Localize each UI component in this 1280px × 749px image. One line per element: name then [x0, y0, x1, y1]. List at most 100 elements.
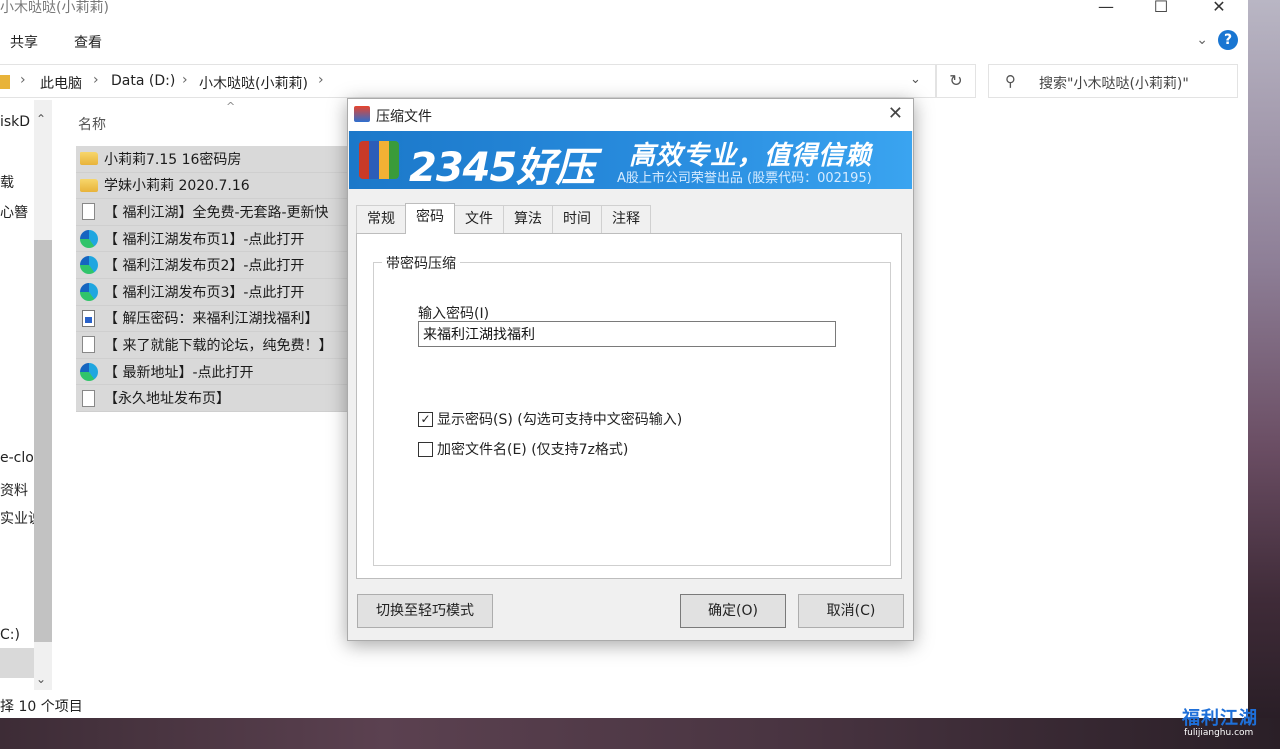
- explorer-titlebar: 小木哒哒(小莉莉) — ☐ ✕: [0, 0, 1248, 22]
- file-name: 【 福利江湖发布页3】-点此打开: [104, 284, 305, 301]
- refresh-button[interactable]: ↻: [936, 64, 976, 98]
- file-name: 【 福利江湖发布页1】-点此打开: [104, 231, 305, 248]
- file-name: 【 福利江湖发布页2】-点此打开: [104, 258, 305, 275]
- nav-selected-item[interactable]: [0, 648, 34, 678]
- nav-item[interactable]: C:): [0, 627, 20, 643]
- search-box[interactable]: ⚲ 搜索"小木哒哒(小莉莉)": [988, 64, 1238, 98]
- address-bar[interactable]: › 此电脑 › Data (D:) › 小木哒哒(小莉莉) › ⌄: [0, 64, 936, 98]
- desktop-background: [1248, 0, 1280, 749]
- file-name: 【 福利江湖】全免费-无套路-更新快: [104, 204, 329, 221]
- ribbon-expand-chevron-icon[interactable]: ⌄: [1196, 32, 1208, 48]
- file-row[interactable]: 【 最新地址】-点此打开: [76, 358, 348, 386]
- text-file-icon: [82, 336, 95, 354]
- window-title: 小木哒哒(小莉莉): [0, 0, 109, 16]
- file-row[interactable]: 小莉莉7.15 16密码房: [76, 146, 348, 173]
- edge-shortcut-icon: [80, 282, 98, 301]
- close-button[interactable]: ✕: [1199, 0, 1239, 18]
- cancel-button[interactable]: 取消(C): [798, 594, 904, 628]
- status-bar-selection-count: 择 10 个项目: [0, 699, 83, 715]
- breadcrumb-this-pc[interactable]: 此电脑: [40, 73, 82, 93]
- banner-brand: 2345好压: [409, 145, 595, 189]
- ribbon: 共享 查看 ⌄ ?: [0, 26, 1248, 56]
- dialog-tabs: 常规 密码 文件 算法 时间 注释: [356, 203, 651, 234]
- nav-item[interactable]: e-clo: [0, 450, 34, 466]
- file-row[interactable]: 【 福利江湖发布页2】-点此打开: [76, 252, 348, 279]
- edge-shortcut-icon: [80, 256, 98, 275]
- watermark-url: fulijianghu.com: [1184, 728, 1254, 738]
- scroll-up-icon[interactable]: ⌃: [36, 112, 46, 126]
- password-tab-panel: 带密码压缩 输入密码(I) ✓ 显示密码(S) (勾选可支持中文密码输入) 加密…: [356, 233, 902, 579]
- address-dropdown-chevron-icon[interactable]: ⌄: [910, 72, 921, 87]
- dialog-title: 压缩文件: [376, 109, 432, 125]
- breadcrumb-current-folder[interactable]: 小木哒哒(小莉莉): [199, 73, 308, 93]
- group-label: 带密码压缩: [382, 253, 460, 273]
- nav-item[interactable]: iskD: [0, 114, 30, 130]
- breadcrumb-separator[interactable]: ›: [20, 72, 26, 88]
- encrypt-filenames-row[interactable]: 加密文件名(E) (仅支持7z格式): [418, 439, 628, 459]
- watermark-text: 福利江湖: [1182, 708, 1258, 729]
- breadcrumb-separator[interactable]: ›: [93, 72, 99, 88]
- text-file-icon: [82, 203, 95, 221]
- breadcrumb-separator[interactable]: ›: [318, 72, 324, 88]
- file-name: 小莉莉7.15 16密码房: [104, 151, 242, 168]
- nav-item[interactable]: 资料: [0, 480, 28, 500]
- column-header-name[interactable]: 名称: [78, 114, 106, 134]
- file-name: 【 解压密码：来福利江湖找福利】: [104, 311, 319, 328]
- file-row[interactable]: 【 福利江湖发布页3】-点此打开: [76, 278, 348, 306]
- edge-shortcut-icon: [80, 229, 98, 248]
- desktop-taskbar-area: [0, 718, 1280, 749]
- file-row[interactable]: 【 来了就能下载的论坛，纯免费！】: [76, 332, 348, 359]
- tab-algorithm[interactable]: 算法: [503, 205, 553, 233]
- scroll-down-icon[interactable]: ⌄: [36, 672, 46, 686]
- file-row[interactable]: 【 福利江湖】全免费-无套路-更新快: [76, 199, 348, 226]
- maximize-button[interactable]: ☐: [1141, 0, 1181, 18]
- file-row[interactable]: 学妹小莉莉 2020.7.16: [76, 172, 348, 200]
- ok-button[interactable]: 确定(O): [680, 594, 786, 628]
- file-name: 学妹小莉莉 2020.7.16: [104, 178, 250, 195]
- sort-ascending-icon: ^: [226, 100, 236, 113]
- haozip-logo-icon: [359, 141, 399, 179]
- tab-time[interactable]: 时间: [552, 205, 602, 233]
- switch-lite-mode-button[interactable]: 切换至轻巧模式: [357, 594, 493, 628]
- folder-icon: [80, 178, 98, 192]
- nav-item[interactable]: 载: [0, 172, 14, 192]
- dialog-close-button[interactable]: ✕: [888, 103, 903, 124]
- encrypt-filenames-checkbox[interactable]: [418, 441, 433, 457]
- image-file-icon: [82, 309, 95, 327]
- file-name: 【 来了就能下载的论坛，纯免费！】: [104, 337, 333, 354]
- file-row[interactable]: 【 福利江湖发布页1】-点此打开: [76, 225, 348, 253]
- nav-item[interactable]: 心簪: [0, 202, 28, 222]
- ribbon-tab-share[interactable]: 共享: [10, 32, 38, 52]
- file-name: 【 最新地址】-点此打开: [104, 364, 254, 381]
- show-password-row[interactable]: ✓ 显示密码(S) (勾选可支持中文密码输入): [418, 409, 682, 429]
- compress-dialog: 压缩文件 ✕ 2345好压 高效专业，值得信赖 A股上市公司荣誉出品 (股票代码…: [347, 98, 914, 641]
- show-password-label: 显示密码(S) (勾选可支持中文密码输入): [437, 412, 683, 428]
- watermark-logo: 福利江湖 fulijianghu.com: [1178, 690, 1270, 740]
- tab-files[interactable]: 文件: [454, 205, 504, 233]
- tab-general[interactable]: 常规: [356, 205, 406, 233]
- file-row[interactable]: 【永久地址发布页】: [76, 385, 348, 412]
- search-icon: ⚲: [1005, 72, 1016, 90]
- breadcrumb-drive-d[interactable]: Data (D:): [111, 73, 175, 89]
- tab-password[interactable]: 密码: [405, 203, 455, 234]
- haozip-banner: 2345好压 高效专业，值得信赖 A股上市公司荣誉出品 (股票代码：002195…: [349, 131, 912, 189]
- file-name: 【永久地址发布页】: [104, 391, 230, 408]
- password-input[interactable]: [418, 321, 836, 347]
- file-list: 小莉莉7.15 16密码房 学妹小莉莉 2020.7.16 【 福利江湖】全免费…: [76, 146, 348, 412]
- encrypt-filenames-label: 加密文件名(E) (仅支持7z格式): [437, 442, 629, 458]
- show-password-checkbox[interactable]: ✓: [418, 411, 433, 427]
- breadcrumb-separator[interactable]: ›: [182, 72, 188, 88]
- dialog-titlebar: 压缩文件 ✕: [348, 99, 913, 131]
- password-label: 输入密码(I): [418, 306, 490, 322]
- file-row[interactable]: 【 解压密码：来福利江湖找福利】: [76, 305, 348, 333]
- ribbon-tab-view[interactable]: 查看: [74, 32, 102, 52]
- text-file-icon: [82, 389, 95, 407]
- password-group: 带密码压缩 输入密码(I) ✓ 显示密码(S) (勾选可支持中文密码输入) 加密…: [373, 253, 891, 566]
- edge-shortcut-icon: [80, 362, 98, 381]
- tab-comment[interactable]: 注释: [601, 205, 651, 233]
- banner-subtitle: A股上市公司荣誉出品 (股票代码：002195): [617, 171, 872, 186]
- folder-icon: [80, 152, 98, 166]
- nav-scrollbar-thumb[interactable]: [34, 240, 52, 642]
- minimize-button[interactable]: —: [1086, 0, 1126, 18]
- help-icon[interactable]: ?: [1218, 30, 1238, 50]
